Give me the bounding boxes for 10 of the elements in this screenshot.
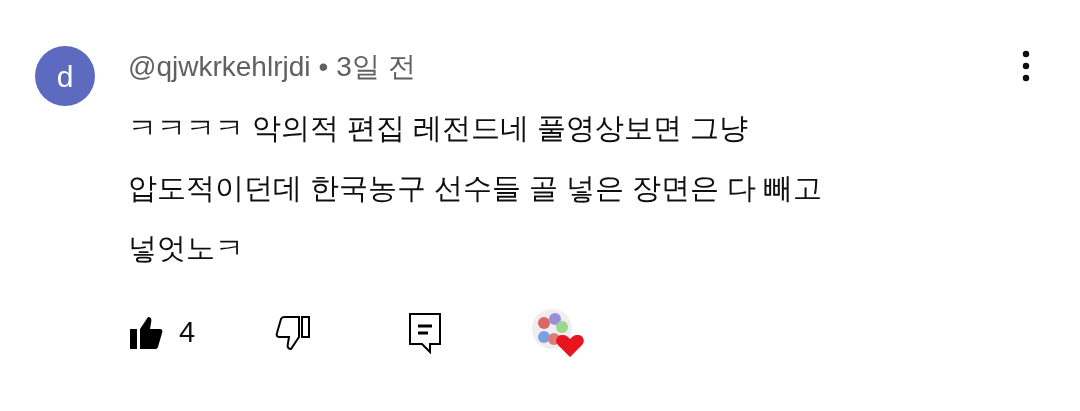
avatar[interactable]: d [35, 46, 95, 106]
thumbs-down-icon[interactable] [273, 313, 312, 353]
comment-icon[interactable] [408, 312, 443, 354]
comment-time: 3일 전 [336, 50, 416, 84]
comment-text-line: ㅋㅋㅋㅋ 악의적 편집 레전드네 풀영상보면 그냥 [128, 111, 750, 146]
comment-text-line: 압도적이던데 한국농구 선수들 골 넣은 장면은 다 빼고 [128, 171, 824, 206]
separator: • [318, 50, 329, 84]
comment-text-line: 넣엇노ㅋ [128, 231, 245, 266]
author-name[interactable]: @qjwkrkehlrjdi [128, 44, 311, 90]
like-button[interactable]: 4 [128, 311, 196, 355]
